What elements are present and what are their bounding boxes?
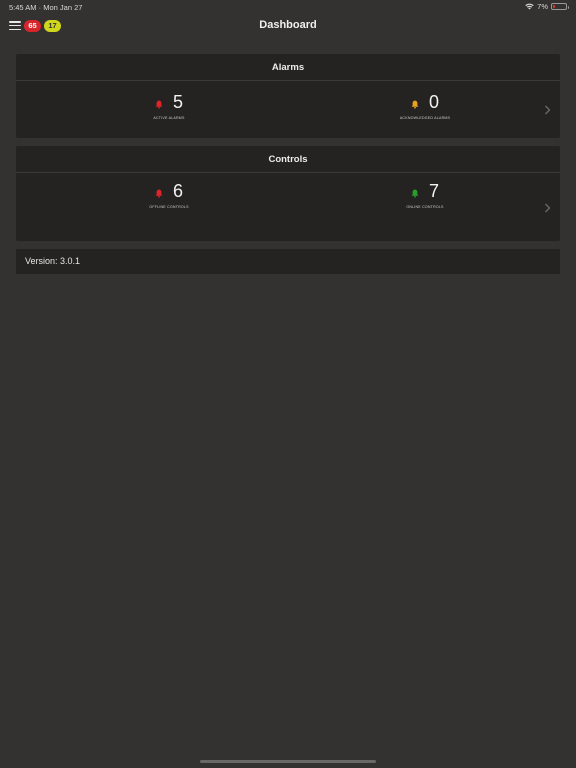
- active-alarms-stat: 5 ACTIVE ALARMS: [109, 92, 229, 120]
- controls-card-title: Controls: [16, 146, 560, 173]
- offline-controls-label: OFFLINE CONTROLS: [149, 205, 189, 209]
- version-card: Version: 3.0.1: [16, 249, 560, 274]
- offline-controls-stat: 6 OFFLINE CONTROLS: [109, 181, 229, 209]
- version-text: Version: 3.0.1: [25, 256, 81, 266]
- bell-icon: [411, 100, 419, 109]
- page-title: Dashboard: [259, 19, 317, 31]
- acknowledged-alarms-stat: 0 ACKNOWLEDGED ALARMS: [365, 92, 485, 120]
- home-indicator[interactable]: [200, 760, 376, 763]
- battery-icon: [551, 3, 569, 10]
- alarms-card[interactable]: Alarms 5 ACTIVE ALARMS 0 ACKNOWLEDGED AL…: [16, 54, 560, 138]
- status-date-text: Mon Jan 27: [43, 3, 83, 12]
- controls-card[interactable]: Controls 6 OFFLINE CONTROLS 7 ONLINE CON…: [16, 146, 560, 241]
- offline-controls-count: 6: [172, 181, 183, 201]
- battery-percent: 7%: [537, 2, 548, 11]
- active-alarms-label: ACTIVE ALARMS: [153, 116, 185, 120]
- online-controls-label: ONLINE CONTROLS: [406, 205, 444, 209]
- bell-icon: [411, 189, 419, 198]
- acknowledged-alarms-label: ACKNOWLEDGED ALARMS: [399, 116, 451, 120]
- nav-bar: 65 17 Dashboard: [0, 14, 576, 38]
- chevron-right-icon[interactable]: [544, 105, 551, 115]
- status-time-text: 5:45 AM: [9, 3, 37, 12]
- status-time: 5:45 AM · Mon Jan 27: [9, 3, 83, 12]
- online-controls-stat: 7 ONLINE CONTROLS: [365, 181, 485, 209]
- bell-icon: [155, 100, 163, 109]
- alarms-card-title: Alarms: [16, 54, 560, 81]
- acknowledged-alarms-count: 0: [428, 92, 439, 112]
- bell-icon: [155, 189, 163, 198]
- chevron-right-icon[interactable]: [544, 203, 551, 213]
- online-controls-count: 7: [428, 181, 439, 201]
- status-bar: 5:45 AM · Mon Jan 27 7%: [0, 0, 576, 14]
- status-right: 7%: [525, 2, 569, 11]
- active-alarms-count: 5: [172, 92, 183, 112]
- wifi-icon: [525, 3, 534, 10]
